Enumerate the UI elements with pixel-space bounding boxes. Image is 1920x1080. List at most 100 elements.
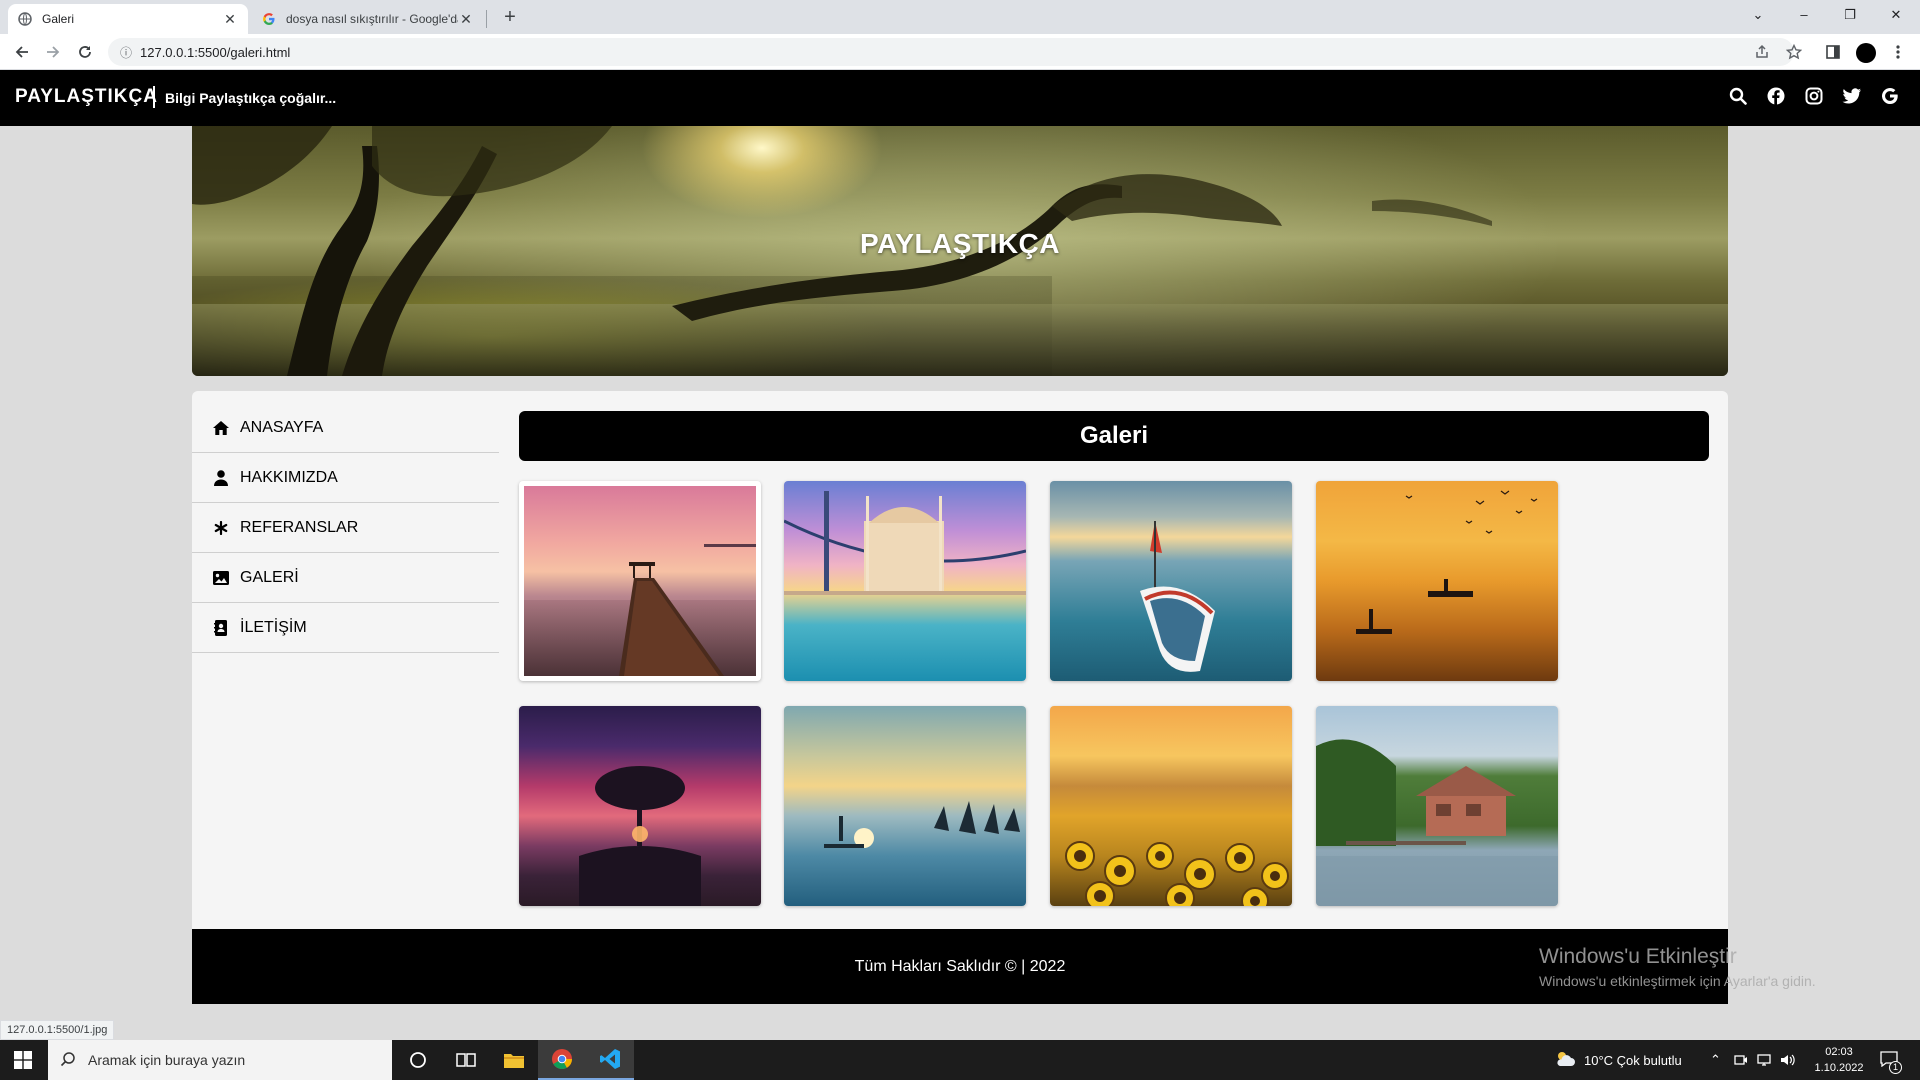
contact-card-icon (212, 619, 230, 637)
tab-google-search[interactable]: dosya nasıl sıkıştırılır - Google'da ✕ (252, 4, 484, 34)
browser-status-bar: 127.0.0.1:5500/1.jpg (0, 1020, 115, 1040)
globe-icon (18, 12, 32, 26)
gallery-image[interactable] (1316, 706, 1558, 906)
show-hidden-icons[interactable]: ⌃ (1710, 1040, 1721, 1080)
sidebar-item-label: GALERİ (240, 568, 299, 586)
paddleboard-sunset-image (784, 706, 1026, 906)
watermark-title: Windows'u Etkinleştir (1539, 945, 1737, 968)
tab-divider (486, 10, 487, 28)
lake-house-image (1316, 706, 1558, 906)
sidebar-item-iletisim[interactable]: İLETİŞİM (192, 603, 499, 653)
sidebar-item-galeri[interactable]: GALERİ (192, 553, 499, 603)
site-navbar: PAYLAŞTIKÇA Bilgi Paylaştıkça çoğalır... (0, 70, 1920, 126)
cortana-icon[interactable] (394, 1040, 442, 1080)
google-icon[interactable] (1880, 86, 1900, 106)
site-footer: Tüm Hakları Saklıdır © | 2022 (192, 929, 1728, 1004)
sunflower-field-image (1050, 706, 1292, 906)
gallery-image[interactable] (784, 706, 1026, 906)
notification-center-button[interactable]: 1 (1880, 1040, 1902, 1080)
sidebar-item-label: HAKKIMIZDA (240, 468, 338, 486)
weather-text: 10°C Çok bulutlu (1584, 1052, 1682, 1068)
sidebar-menu: ANASAYFA HAKKIMIZDA REFERANSLAR GALERİ İ… (192, 403, 499, 653)
file-explorer-icon[interactable] (490, 1040, 538, 1080)
user-icon (212, 469, 230, 487)
chrome-taskbar-icon[interactable] (538, 1040, 586, 1080)
sidebar-item-label: ANASAYFA (240, 418, 324, 436)
gallery-image[interactable] (1316, 481, 1558, 681)
brand-divider (153, 86, 155, 108)
watermark-subtitle: Windows'u etkinleştirmek için Ayarlar'a … (1539, 973, 1816, 989)
close-tab-icon[interactable]: ✕ (222, 11, 238, 28)
network-icon[interactable] (1756, 1040, 1772, 1080)
tab-title: Galeri (42, 12, 75, 26)
site-brand[interactable]: PAYLAŞTIKÇA (15, 86, 158, 108)
close-tab-icon[interactable]: ✕ (458, 11, 474, 28)
back-icon[interactable] (10, 40, 34, 64)
lone-tree-sunset-image (519, 706, 761, 906)
notification-icon: 1 (1880, 1050, 1902, 1074)
gallery-image[interactable] (1050, 706, 1292, 906)
gallery-image[interactable] (1050, 481, 1292, 681)
browser-tab-strip: Galeri ✕ dosya nasıl sıkıştırılır - Goog… (0, 0, 1920, 34)
asterisk-icon (212, 519, 230, 537)
restore-button[interactable]: ❐ (1828, 2, 1872, 28)
image-icon (212, 569, 230, 587)
menu-kebab-icon[interactable] (1886, 40, 1910, 64)
cloud-sun-icon (1554, 1050, 1576, 1071)
home-icon (212, 419, 230, 437)
share-icon[interactable] (1750, 40, 1774, 64)
forward-icon[interactable] (41, 40, 65, 64)
tab-title: dosya nasıl sıkıştırılır - Google'da (286, 12, 458, 26)
hero-banner: PAYLAŞTIKÇA (192, 126, 1728, 376)
clock-time: 02:03 (1825, 1046, 1853, 1058)
windows-activation-watermark: Windows'u Etkinleştir Windows'u etkinleş… (1539, 945, 1816, 989)
main-content: ANASAYFA HAKKIMIZDA REFERANSLAR GALERİ İ… (192, 391, 1728, 929)
hero-title: PAYLAŞTIKÇA (860, 228, 1060, 259)
windows-start-button[interactable] (0, 1040, 46, 1080)
bookmark-star-icon[interactable] (1782, 40, 1806, 64)
side-panel-icon[interactable] (1821, 40, 1845, 64)
facebook-icon[interactable] (1766, 86, 1786, 106)
browser-toolbar: ⓘ 127.0.0.1:5500/galeri.html (0, 34, 1920, 70)
weather-widget[interactable]: 10°C Çok bulutlu (1554, 1040, 1682, 1080)
sidebar-item-hakkimizda[interactable]: HAKKIMIZDA (192, 453, 499, 503)
taskbar-search-placeholder: Aramak için buraya yazın (88, 1052, 246, 1068)
gallery-image[interactable] (784, 481, 1026, 681)
gallery-image[interactable] (519, 706, 761, 906)
new-tab-button[interactable]: + (498, 6, 522, 30)
close-window-button[interactable]: ✕ (1874, 2, 1918, 28)
twitter-icon[interactable] (1842, 86, 1862, 106)
sidebar-item-label: İLETİŞİM (240, 618, 307, 636)
sidebar-item-anasayfa[interactable]: ANASAYFA (192, 403, 499, 453)
boat-sea-image (1050, 481, 1292, 681)
instagram-icon[interactable] (1804, 86, 1824, 106)
notification-count: 1 (1889, 1060, 1902, 1074)
pier-sunset-image (524, 486, 756, 676)
url-text: 127.0.0.1:5500/galeri.html (140, 44, 291, 60)
chevron-up-icon: ⌃ (1710, 1052, 1721, 1067)
tab-galeri[interactable]: Galeri ✕ (8, 4, 248, 34)
address-bar[interactable]: ⓘ 127.0.0.1:5500/galeri.html (108, 38, 1794, 66)
meet-now-icon[interactable] (1734, 1040, 1748, 1080)
search-icon[interactable] (1728, 86, 1748, 106)
vscode-taskbar-icon[interactable] (586, 1040, 634, 1080)
minimize-button[interactable]: – (1782, 2, 1826, 28)
social-links (1728, 86, 1900, 106)
site-info-icon[interactable]: ⓘ (112, 44, 140, 61)
task-view-icon[interactable] (442, 1040, 490, 1080)
taskbar-search-box[interactable]: Aramak için buraya yazın (48, 1040, 392, 1080)
tab-search-icon[interactable]: ⌄ (1736, 2, 1780, 28)
sidebar-item-referanslar[interactable]: REFERANSLAR (192, 503, 499, 553)
volume-icon[interactable] (1780, 1040, 1796, 1080)
taskbar-clock[interactable]: 02:03 1.10.2022 (1808, 1044, 1870, 1076)
clock-date: 1.10.2022 (1814, 1062, 1864, 1074)
gallery-title: Galeri (519, 411, 1709, 461)
google-icon (262, 12, 276, 26)
windows-taskbar: Aramak için buraya yazın 10°C Çok bulutl… (0, 1040, 1920, 1080)
profile-avatar[interactable] (1856, 43, 1876, 63)
gallery-image[interactable] (519, 481, 761, 681)
fisherman-sunset-image (1316, 481, 1558, 681)
sidebar-item-label: REFERANSLAR (240, 518, 359, 536)
reload-icon[interactable] (73, 40, 97, 64)
search-icon (48, 1051, 88, 1070)
